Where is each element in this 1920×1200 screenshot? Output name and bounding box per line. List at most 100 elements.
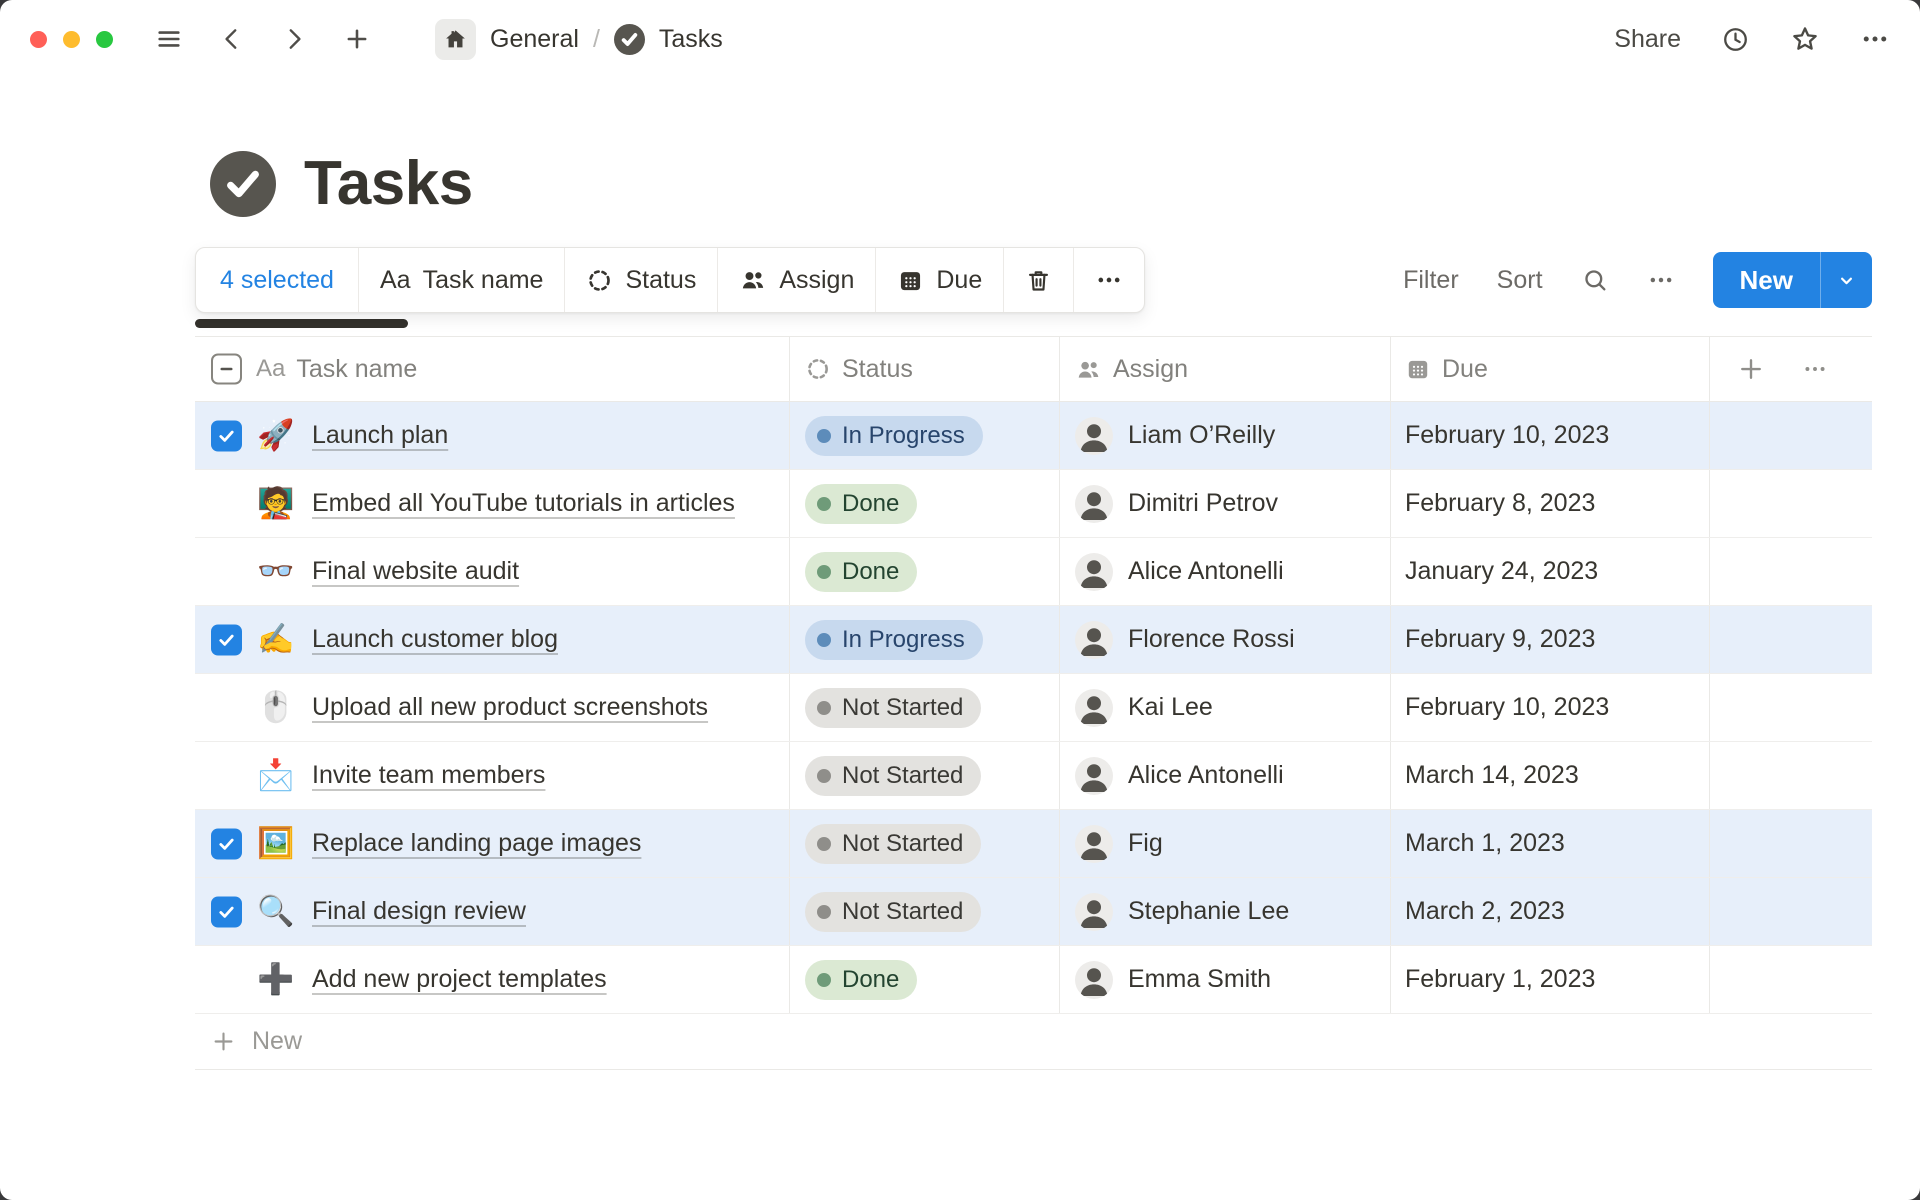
task-name-link[interactable]: Add new project templates	[312, 965, 607, 994]
new-dropdown-button[interactable]	[1820, 252, 1872, 308]
minimize-window-button[interactable]	[63, 31, 80, 48]
assign-cell[interactable]: Liam O’Reilly	[1060, 402, 1391, 469]
status-cell[interactable]: Not Started	[790, 674, 1060, 741]
table-row[interactable]: 🚀 Launch plan In Progress Liam O’Reilly …	[195, 402, 1872, 470]
new-tab-icon[interactable]	[343, 25, 371, 53]
page-title-icon[interactable]	[210, 151, 276, 217]
breadcrumb-page[interactable]: Tasks	[659, 25, 723, 54]
sidebar-menu-icon[interactable]	[155, 25, 183, 53]
assign-cell[interactable]: Stephanie Lee	[1060, 878, 1391, 945]
status-cell[interactable]: Done	[790, 946, 1060, 1013]
assign-cell[interactable]: Dimitri Petrov	[1060, 470, 1391, 537]
table-row[interactable]: 🧑‍🏫 Embed all YouTube tutorials in artic…	[195, 470, 1872, 538]
row-checkbox[interactable]	[211, 624, 242, 655]
assign-cell[interactable]: Fig	[1060, 810, 1391, 877]
task-name-cell[interactable]: 🚀 Launch plan	[195, 402, 790, 469]
toolbar-field-status[interactable]: Status	[565, 248, 718, 312]
home-icon[interactable]	[435, 19, 476, 60]
status-pill[interactable]: Not Started	[805, 756, 981, 796]
task-name-cell[interactable]: 🔍 Final design review	[195, 878, 790, 945]
status-pill[interactable]: Done	[805, 552, 917, 592]
share-button[interactable]: Share	[1614, 25, 1681, 54]
status-pill[interactable]: Done	[805, 484, 917, 524]
task-name-link[interactable]: Launch customer blog	[312, 625, 558, 654]
task-name-cell[interactable]: 🧑‍🏫 Embed all YouTube tutorials in artic…	[195, 470, 790, 537]
table-row[interactable]: 👓 Final website audit Done Alice Antonel…	[195, 538, 1872, 606]
status-pill[interactable]: Done	[805, 960, 917, 1000]
status-cell[interactable]: Not Started	[790, 742, 1060, 809]
table-row[interactable]: ✍️ Launch customer blog In Progress Flor…	[195, 606, 1872, 674]
due-cell[interactable]: March 1, 2023	[1391, 810, 1710, 877]
toolbar-more-button[interactable]	[1074, 248, 1144, 312]
selected-count-button[interactable]: 4 selected	[196, 248, 359, 312]
zoom-window-button[interactable]	[96, 31, 113, 48]
select-all-checkbox[interactable]	[211, 354, 242, 385]
forward-icon[interactable]	[281, 26, 307, 52]
table-row[interactable]: 📩 Invite team members Not Started Alice …	[195, 742, 1872, 810]
table-row[interactable]: 🔍 Final design review Not Started Stepha…	[195, 878, 1872, 946]
column-header-task-name[interactable]: Aa Task name	[195, 337, 790, 401]
column-header-assign[interactable]: Assign	[1060, 337, 1391, 401]
toolbar-field-assign[interactable]: Assign	[718, 248, 876, 312]
task-name-link[interactable]: Invite team members	[312, 761, 545, 790]
back-icon[interactable]	[219, 26, 245, 52]
assign-cell[interactable]: Alice Antonelli	[1060, 742, 1391, 809]
filter-button[interactable]: Filter	[1403, 266, 1459, 295]
task-name-cell[interactable]: 👓 Final website audit	[195, 538, 790, 605]
task-name-link[interactable]: Final design review	[312, 897, 526, 926]
task-name-cell[interactable]: 📩 Invite team members	[195, 742, 790, 809]
sort-button[interactable]: Sort	[1497, 266, 1543, 295]
status-pill[interactable]: Not Started	[805, 688, 981, 728]
table-options-icon[interactable]	[1802, 356, 1828, 382]
status-cell[interactable]: In Progress	[790, 606, 1060, 673]
row-checkbox[interactable]	[211, 420, 242, 451]
status-pill[interactable]: In Progress	[805, 416, 983, 456]
task-name-cell[interactable]: ✍️ Launch customer blog	[195, 606, 790, 673]
search-icon[interactable]	[1581, 266, 1609, 294]
task-name-cell[interactable]: 🖼️ Replace landing page images	[195, 810, 790, 877]
history-clock-icon[interactable]	[1721, 25, 1750, 54]
assign-cell[interactable]: Emma Smith	[1060, 946, 1391, 1013]
status-cell[interactable]: Done	[790, 538, 1060, 605]
toolbar-field-task-name[interactable]: Aa Task name	[359, 248, 565, 312]
row-checkbox[interactable]	[211, 896, 242, 927]
due-cell[interactable]: February 8, 2023	[1391, 470, 1710, 537]
table-row[interactable]: 🖱️ Upload all new product screenshots No…	[195, 674, 1872, 742]
horizontal-scroll-indicator[interactable]	[195, 319, 408, 328]
task-name-link[interactable]: Replace landing page images	[312, 829, 641, 858]
status-pill[interactable]: Not Started	[805, 824, 981, 864]
row-checkbox[interactable]	[211, 828, 242, 859]
favorite-star-icon[interactable]	[1790, 24, 1820, 54]
task-name-cell[interactable]: ➕ Add new project templates	[195, 946, 790, 1013]
assign-cell[interactable]: Kai Lee	[1060, 674, 1391, 741]
status-cell[interactable]: Done	[790, 470, 1060, 537]
add-column-icon[interactable]	[1736, 354, 1766, 384]
due-cell[interactable]: February 9, 2023	[1391, 606, 1710, 673]
table-row[interactable]: ➕ Add new project templates Done Emma Sm…	[195, 946, 1872, 1014]
status-cell[interactable]: Not Started	[790, 810, 1060, 877]
status-pill[interactable]: In Progress	[805, 620, 983, 660]
toolbar-field-due[interactable]: Due	[876, 248, 1004, 312]
more-options-icon[interactable]	[1860, 24, 1890, 54]
status-cell[interactable]: Not Started	[790, 878, 1060, 945]
column-header-due[interactable]: Due	[1391, 337, 1710, 401]
task-name-link[interactable]: Launch plan	[312, 421, 448, 450]
due-cell[interactable]: March 2, 2023	[1391, 878, 1710, 945]
task-name-link[interactable]: Embed all YouTube tutorials in articles	[312, 489, 735, 518]
due-cell[interactable]: February 1, 2023	[1391, 946, 1710, 1013]
task-name-cell[interactable]: 🖱️ Upload all new product screenshots	[195, 674, 790, 741]
breadcrumb-section[interactable]: General	[490, 25, 579, 54]
due-cell[interactable]: January 24, 2023	[1391, 538, 1710, 605]
assign-cell[interactable]: Florence Rossi	[1060, 606, 1391, 673]
close-window-button[interactable]	[30, 31, 47, 48]
status-cell[interactable]: In Progress	[790, 402, 1060, 469]
task-name-link[interactable]: Upload all new product screenshots	[312, 693, 708, 722]
new-row-button[interactable]: New	[195, 1014, 1872, 1070]
page-title[interactable]: Tasks	[304, 148, 473, 219]
new-button[interactable]: New	[1713, 252, 1820, 308]
assign-cell[interactable]: Alice Antonelli	[1060, 538, 1391, 605]
task-name-link[interactable]: Final website audit	[312, 557, 519, 586]
due-cell[interactable]: February 10, 2023	[1391, 674, 1710, 741]
table-row[interactable]: 🖼️ Replace landing page images Not Start…	[195, 810, 1872, 878]
column-header-status[interactable]: Status	[790, 337, 1060, 401]
